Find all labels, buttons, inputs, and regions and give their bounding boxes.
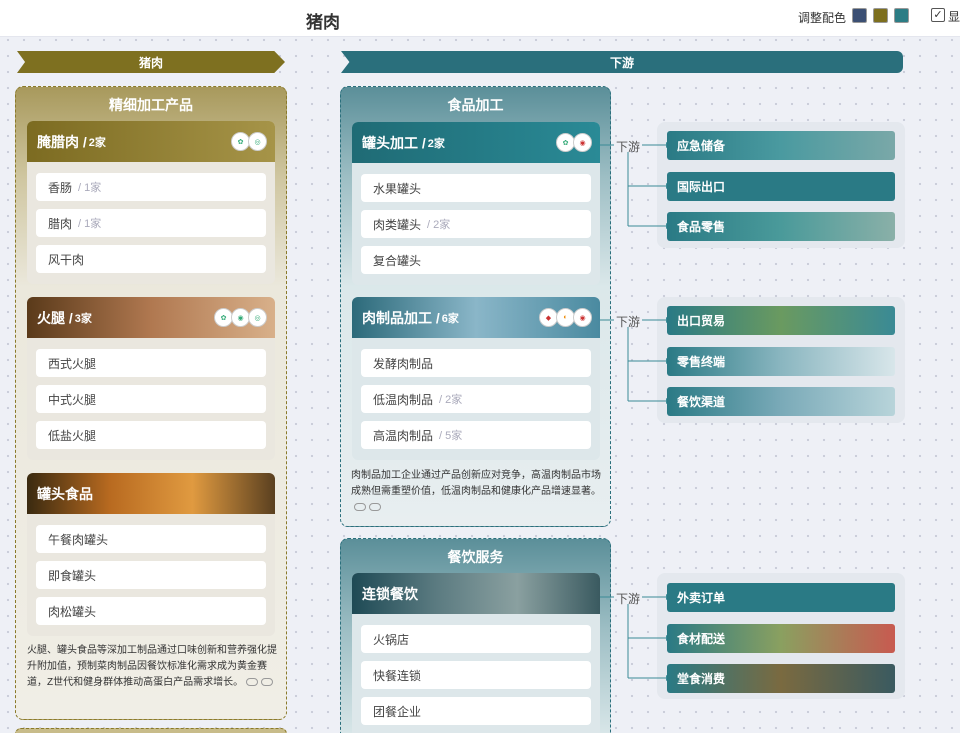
downstream-node[interactable]: 外卖订单 [667,583,895,612]
downstream-node[interactable]: 零售终端 [667,347,895,376]
downstream-node[interactable]: 应急储备 [667,131,895,160]
downstream-label: 下游 [616,592,641,606]
downstream-label: 下游 [616,140,641,154]
downstream-node[interactable]: 食材配送 [667,624,895,653]
downstream-node[interactable]: 出口贸易 [667,306,895,335]
downstream-node[interactable]: 国际出口 [667,172,895,201]
downstream-node[interactable]: 堂食消费 [667,664,895,693]
downstream-node[interactable]: 餐饮渠道 [667,387,895,416]
downstream-node[interactable]: 食品零售 [667,212,895,241]
downstream-label: 下游 [616,315,641,329]
